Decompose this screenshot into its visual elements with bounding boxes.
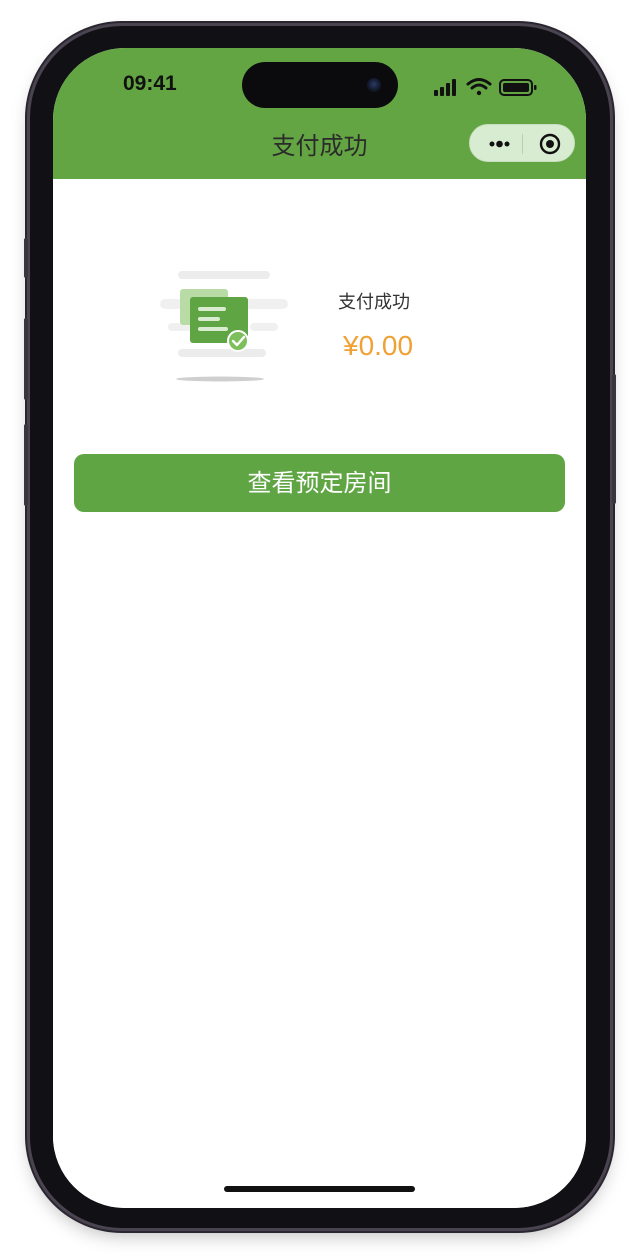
view-booked-room-button[interactable]: 查看预定房间 [74, 454, 565, 512]
status-time: 09:41 [123, 72, 177, 95]
navigation-bar: 09:41 支付成功 [53, 48, 586, 179]
camera-icon [367, 78, 381, 92]
capsule-divider [522, 134, 523, 154]
more-button[interactable] [479, 125, 519, 163]
power-button [612, 374, 616, 504]
wifi-icon [466, 78, 492, 96]
cellular-signal-icon [434, 79, 456, 96]
app-screenshot: 09:41 支付成功 支付成功 ¥0.00 查看预定房间 [0, 0, 639, 1253]
home-indicator[interactable] [224, 1186, 415, 1192]
device-screen: 09:41 支付成功 支付成功 ¥0.00 查看预定房间 [53, 48, 586, 1208]
target-circle-icon [539, 133, 561, 155]
dynamic-island [242, 62, 398, 108]
payment-amount: ¥0.00 [343, 330, 414, 361]
mute-switch [24, 238, 28, 278]
volume-up-button [24, 318, 28, 400]
more-dots-icon [489, 140, 510, 148]
receipt-check-icon [160, 271, 288, 382]
page-content: 支付成功 ¥0.00 查看预定房间 [53, 179, 586, 1208]
miniprogram-capsule [469, 124, 575, 162]
volume-down-button [24, 424, 28, 506]
close-button[interactable] [530, 125, 570, 163]
payment-status-text: 支付成功 [338, 292, 410, 313]
battery-icon [499, 79, 537, 96]
status-icons [434, 78, 537, 96]
